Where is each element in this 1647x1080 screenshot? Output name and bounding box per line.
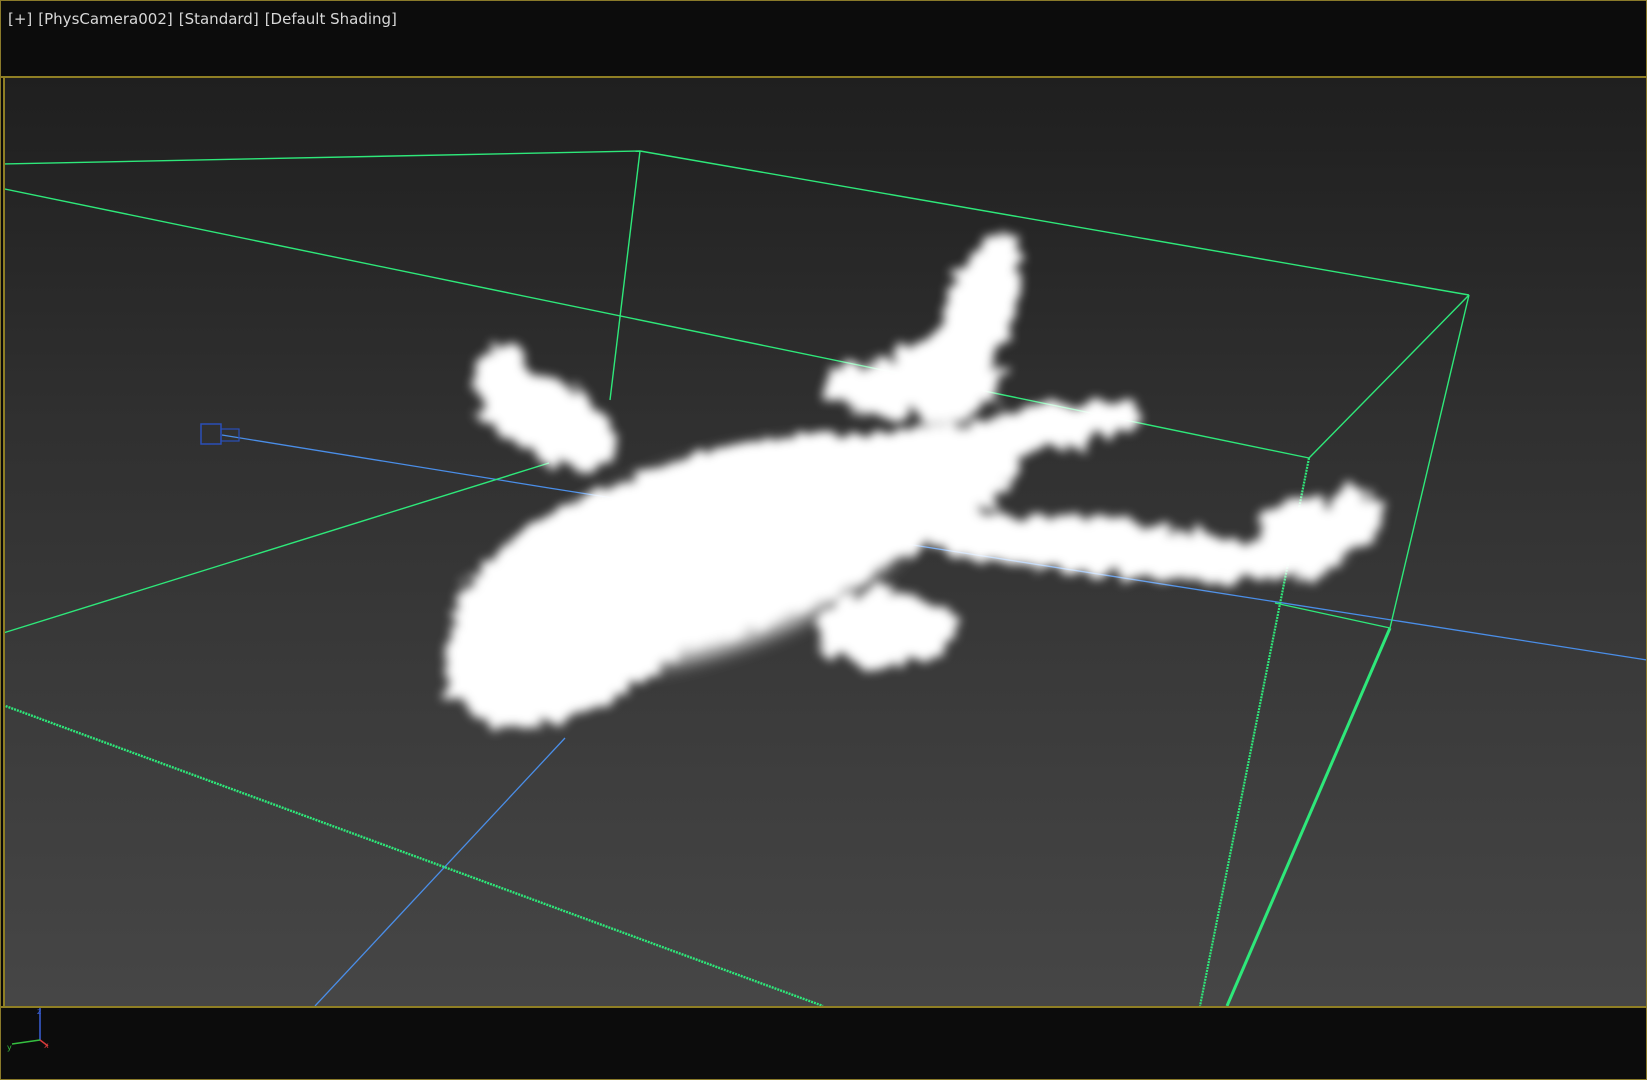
viewport-left-edge [0,78,5,1006]
bbox-edge-bottom-right [1274,602,1391,629]
bbox-edge-top-corner [1308,294,1470,459]
viewport-footer [0,1006,1647,1080]
viewport-scene[interactable] [5,78,1647,1006]
svg-text:z: z [37,1007,41,1016]
bbox-edge-top-back [5,150,641,165]
camera-icon[interactable] [200,423,240,445]
viewport-shading-menu[interactable]: [Default Shading] [265,10,397,28]
viewport-point-of-view-menu[interactable]: [PhysCamera002] [38,10,172,28]
viewport-general-menu[interactable]: [+] [8,10,32,28]
camera-line-lower [314,737,566,1006]
viewport-header: [+] [PhysCamera002] [Standard] [Default … [0,0,1647,78]
bbox-edge-vertical-right [1389,294,1470,629]
bbox-edge-bottom-front [5,704,824,1006]
viewport-frame: [+] [PhysCamera002] [Standard] [Default … [0,0,1647,1080]
bbox-edge-top-right [639,150,1470,296]
airplane-cloud-volume[interactable] [430,221,1383,728]
axis-tripod-icon: z y x [4,1004,52,1054]
viewport-renderer-menu[interactable]: [Standard] [179,10,259,28]
camera-line-to-target [221,434,550,489]
viewport-label-menu: [+] [PhysCamera002] [Standard] [Default … [8,10,397,28]
svg-text:y: y [7,1043,12,1052]
svg-text:x: x [44,1041,49,1050]
scene-canvas[interactable] [5,78,1647,1006]
bbox-edge-bottom-corner [1225,627,1392,1006]
bbox-edge-vertical-back [609,150,641,401]
